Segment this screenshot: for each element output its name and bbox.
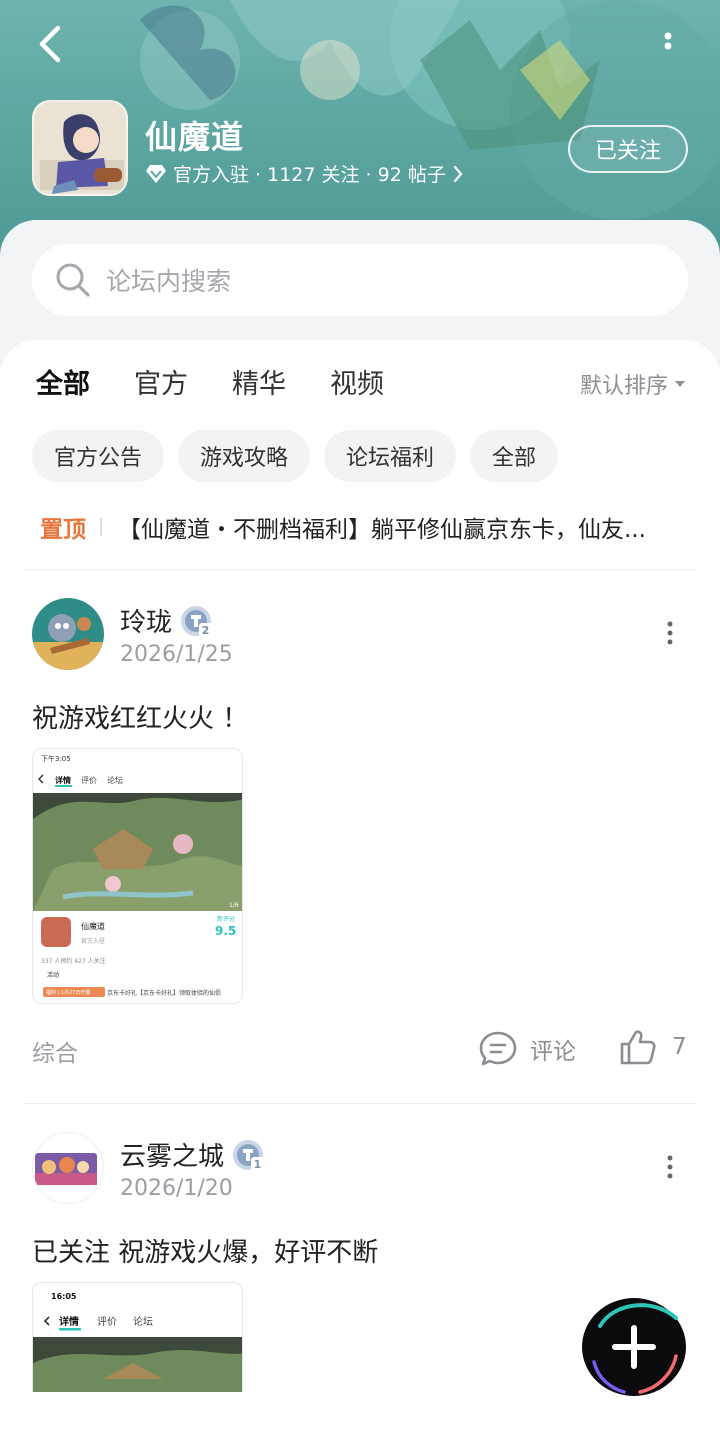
back-button[interactable] bbox=[30, 22, 74, 66]
level-badge: 1 bbox=[232, 1139, 265, 1171]
caret-down-icon bbox=[675, 381, 686, 387]
post-image[interactable]: 下午3:05 详情 评价 论坛 1/6 仙魔道 官方入驻 新评分 9.5 337… bbox=[32, 748, 243, 1004]
app-icon[interactable] bbox=[32, 100, 128, 196]
chevron-left-icon bbox=[39, 25, 61, 63]
avatar[interactable] bbox=[32, 1132, 104, 1204]
search-icon bbox=[56, 263, 90, 297]
post-date: 2026/1/20 bbox=[120, 1176, 233, 1201]
search-input[interactable]: 论坛内搜索 bbox=[32, 244, 688, 316]
level-badge: 2 bbox=[180, 605, 213, 637]
level-number: 1 bbox=[254, 1158, 262, 1171]
shot-stats: 337 人预约 427 人关注 bbox=[41, 957, 106, 965]
username[interactable]: 玲珑 2 bbox=[120, 602, 213, 639]
post-more-button[interactable] bbox=[660, 618, 680, 648]
level-number: 2 bbox=[202, 624, 210, 637]
tab-all[interactable]: 全部 bbox=[36, 362, 90, 407]
create-post-button[interactable] bbox=[580, 1296, 688, 1398]
shot-tab-forum: 论坛 bbox=[107, 775, 123, 785]
vertical-dots-icon bbox=[667, 1155, 673, 1179]
username[interactable]: 云雾之城 1 bbox=[120, 1136, 265, 1173]
shot-status-time: 下午3:05 bbox=[41, 754, 71, 763]
shot-tab-detail: 详情 bbox=[59, 1315, 79, 1328]
like-button[interactable]: 7 bbox=[618, 1028, 687, 1066]
tab-featured-label: 精华 bbox=[232, 369, 286, 400]
app-name: 仙魔道 bbox=[145, 118, 245, 156]
more-options-button[interactable] bbox=[650, 26, 690, 66]
post-text: 祝游戏红红火火 ！ bbox=[32, 704, 249, 734]
tab-all-label: 全部 bbox=[36, 369, 90, 400]
divider bbox=[24, 1103, 696, 1104]
forum-meta[interactable]: 官方入驻 · 1127 关注 · 92 帖子 bbox=[145, 160, 464, 187]
shot-ad-tag: 福利 | 1月27日开服 bbox=[46, 989, 90, 996]
tab-video[interactable]: 视频 bbox=[330, 362, 384, 401]
comment-icon bbox=[479, 1031, 517, 1066]
shot-score-label: 新评分 bbox=[217, 915, 235, 923]
forum-meta-text: 官方入驻 · 1127 关注 · 92 帖子 bbox=[173, 164, 446, 186]
category-chips: 官方公告 游戏攻略 论坛福利 全部 bbox=[32, 430, 559, 482]
forum-content: 全部 官方 精华 视频 默认排序 官方公告 游戏攻略 论坛福利 全部 置顶 【仙… bbox=[0, 340, 720, 1438]
vertical-dots-icon bbox=[664, 32, 672, 50]
shot-tab-forum: 论坛 bbox=[133, 1315, 153, 1328]
chevron-right-icon bbox=[453, 165, 463, 182]
diamond-verified-icon bbox=[146, 164, 166, 183]
divider bbox=[24, 569, 696, 570]
shot-page: 1/6 bbox=[229, 902, 239, 909]
tab-official[interactable]: 官方 bbox=[134, 362, 188, 401]
avatar[interactable] bbox=[32, 598, 104, 670]
shot-tab-review: 评价 bbox=[97, 1316, 117, 1328]
username-text: 云雾之城 bbox=[120, 1142, 225, 1172]
pinned-tag: 置顶 bbox=[40, 517, 86, 543]
like-count: 7 bbox=[672, 1034, 687, 1060]
chip-all[interactable]: 全部 bbox=[470, 430, 559, 482]
shot-ad-text: 京东卡好礼【京东卡好礼】领取体验的仙侣 bbox=[107, 989, 221, 997]
shot-badge: 官方入驻 bbox=[81, 937, 105, 945]
shot-app-name: 仙魔道 bbox=[81, 921, 105, 931]
comment-button[interactable]: 评论 bbox=[478, 1030, 576, 1068]
shot-score: 9.5 bbox=[215, 924, 236, 938]
vertical-dots-icon bbox=[667, 621, 673, 645]
shot-activity: 活动 bbox=[47, 971, 59, 979]
chip-benefits[interactable]: 论坛福利 bbox=[324, 430, 457, 482]
post-more-button[interactable] bbox=[660, 1152, 680, 1182]
post-text: 已关注 祝游戏火爆，好评不断 bbox=[32, 1238, 379, 1268]
post-category[interactable]: 综合 bbox=[32, 1034, 78, 1068]
chip-announcements[interactable]: 官方公告 bbox=[32, 430, 165, 482]
tab-official-label: 官方 bbox=[134, 369, 188, 400]
post-date: 2026/1/25 bbox=[120, 642, 233, 667]
comment-label: 评论 bbox=[530, 1039, 576, 1065]
chip-guides[interactable]: 游戏攻略 bbox=[178, 430, 311, 482]
shot-tab-detail: 详情 bbox=[55, 775, 71, 785]
sort-label: 默认排序 bbox=[580, 374, 669, 399]
tab-bar: 全部 官方 精华 视频 bbox=[36, 362, 384, 407]
thumbs-up-icon bbox=[620, 1030, 656, 1065]
tab-featured[interactable]: 精华 bbox=[232, 362, 286, 401]
shot-tab-review: 评价 bbox=[81, 776, 97, 785]
post-image[interactable]: 16:05 详情 评价 论坛 bbox=[32, 1282, 243, 1392]
pinned-post[interactable]: 置顶 【仙魔道・不删档福利】躺平修仙赢京东卡，仙友... bbox=[40, 510, 690, 544]
sort-dropdown[interactable]: 默认排序 bbox=[580, 368, 686, 400]
username-text: 玲珑 bbox=[120, 608, 173, 638]
follow-button[interactable]: 已关注 bbox=[568, 125, 688, 173]
tab-video-label: 视频 bbox=[330, 369, 384, 400]
shot-status-time: 16:05 bbox=[51, 1292, 77, 1301]
search-placeholder: 论坛内搜索 bbox=[106, 267, 232, 296]
plus-icon bbox=[582, 1298, 686, 1396]
pinned-title: 【仙魔道・不删档福利】躺平修仙赢京东卡，仙友... bbox=[118, 517, 646, 543]
